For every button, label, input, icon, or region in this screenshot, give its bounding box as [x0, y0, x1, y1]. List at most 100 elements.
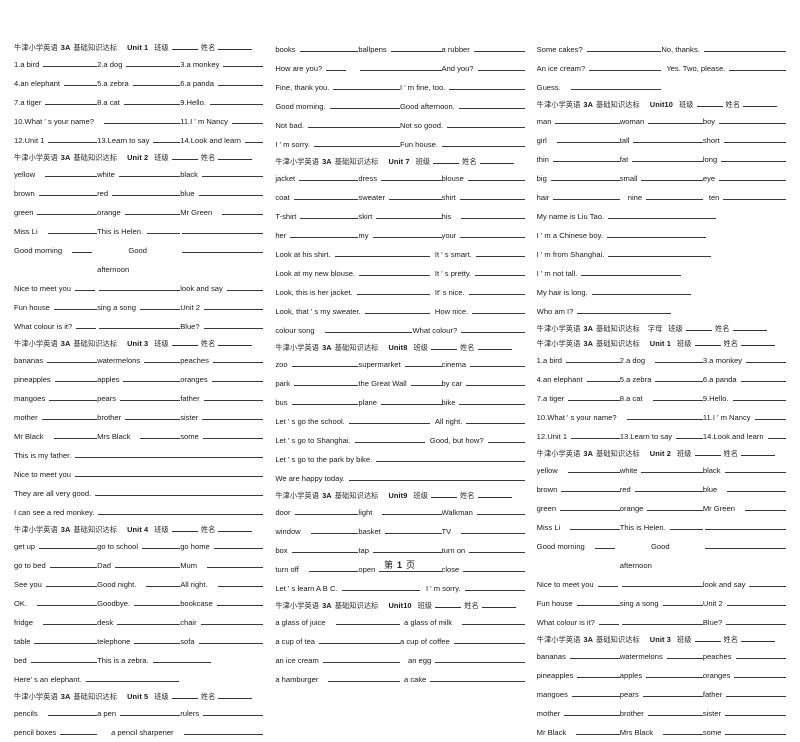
name-blank[interactable]	[732, 323, 767, 331]
answer-blank[interactable]	[291, 544, 359, 553]
answer-blank[interactable]	[666, 650, 703, 659]
answer-blank[interactable]	[212, 354, 264, 363]
answer-blank[interactable]	[642, 688, 703, 697]
answer-blank[interactable]	[335, 616, 400, 625]
answer-blank[interactable]	[34, 635, 98, 644]
answer-blank[interactable]	[217, 77, 264, 86]
answer-blank[interactable]	[576, 726, 620, 735]
answer-blank[interactable]	[291, 396, 359, 405]
name-blank[interactable]	[741, 448, 776, 456]
name-blank[interactable]	[743, 99, 778, 107]
answer-blank[interactable]	[663, 726, 703, 735]
answer-blank[interactable]	[45, 96, 98, 105]
answer-blank[interactable]	[746, 354, 786, 363]
answer-blank[interactable]	[767, 430, 786, 439]
answer-blank[interactable]	[103, 115, 181, 124]
answer-blank[interactable]	[475, 248, 525, 257]
answer-blank[interactable]	[132, 77, 181, 86]
answer-blank[interactable]	[48, 134, 98, 143]
answer-blank[interactable]	[310, 525, 359, 534]
answer-blank[interactable]	[299, 172, 359, 181]
answer-blank[interactable]	[726, 688, 786, 697]
answer-blank[interactable]	[724, 464, 786, 473]
answer-blank[interactable]	[118, 168, 181, 177]
answer-blank[interactable]	[54, 373, 98, 382]
answer-blank[interactable]	[597, 578, 618, 587]
answer-blank[interactable]	[703, 43, 786, 52]
answer-blank[interactable]	[117, 616, 181, 625]
answer-blank[interactable]	[464, 582, 525, 591]
answer-blank[interactable]	[324, 324, 413, 333]
answer-blank[interactable]	[359, 267, 430, 276]
name-blank[interactable]	[741, 634, 776, 642]
class-blank[interactable]	[433, 156, 460, 164]
answer-blank[interactable]	[299, 43, 359, 52]
answer-blank[interactable]	[555, 115, 620, 124]
answer-blank[interactable]	[561, 483, 620, 492]
answer-blank[interactable]	[382, 506, 442, 515]
answer-blank[interactable]	[376, 453, 525, 462]
answer-blank[interactable]	[231, 115, 264, 124]
answer-blank[interactable]	[477, 62, 525, 71]
class-blank[interactable]	[171, 524, 198, 532]
class-blank[interactable]	[694, 338, 721, 346]
name-blank[interactable]	[218, 338, 253, 346]
answer-blank[interactable]	[389, 191, 442, 200]
answer-blank[interactable]	[725, 726, 786, 735]
answer-blank[interactable]	[476, 506, 525, 515]
answer-blank[interactable]	[308, 119, 400, 128]
name-blank[interactable]	[218, 524, 253, 532]
answer-blank[interactable]	[95, 487, 264, 496]
class-blank[interactable]	[431, 490, 458, 498]
answer-blank[interactable]	[586, 373, 620, 382]
answer-blank[interactable]	[381, 396, 442, 405]
answer-blank[interactable]	[470, 358, 525, 367]
answer-blank[interactable]	[459, 396, 525, 405]
answer-blank[interactable]	[47, 354, 98, 363]
answer-blank[interactable]	[410, 377, 442, 386]
answer-blank[interactable]	[570, 521, 620, 530]
answer-blank[interactable]	[74, 282, 95, 291]
answer-blank[interactable]	[632, 153, 703, 162]
answer-blank[interactable]	[704, 540, 786, 549]
answer-blank[interactable]	[72, 244, 93, 253]
answer-blank[interactable]	[204, 301, 264, 310]
answer-blank[interactable]	[726, 616, 786, 625]
answer-blank[interactable]	[201, 168, 264, 177]
answer-blank[interactable]	[462, 616, 525, 625]
answer-blank[interactable]	[390, 43, 442, 52]
answer-blank[interactable]	[647, 707, 703, 716]
answer-blank[interactable]	[754, 411, 786, 420]
answer-blank[interactable]	[553, 191, 620, 200]
answer-blank[interactable]	[47, 707, 98, 716]
answer-blank[interactable]	[467, 172, 525, 181]
answer-blank[interactable]	[43, 616, 98, 625]
answer-blank[interactable]	[449, 81, 525, 90]
answer-blank[interactable]	[291, 358, 359, 367]
answer-blank[interactable]	[98, 506, 264, 515]
answer-blank[interactable]	[569, 650, 620, 659]
answer-blank[interactable]	[725, 707, 786, 716]
answer-blank[interactable]	[322, 654, 400, 663]
answer-blank[interactable]	[313, 138, 400, 147]
answer-blank[interactable]	[447, 119, 525, 128]
answer-blank[interactable]	[571, 688, 620, 697]
answer-blank[interactable]	[576, 597, 620, 606]
answer-blank[interactable]	[641, 172, 703, 181]
answer-blank[interactable]	[646, 669, 703, 678]
answer-blank[interactable]	[341, 582, 420, 591]
answer-blank[interactable]	[209, 96, 264, 105]
answer-blank[interactable]	[723, 134, 786, 143]
answer-blank[interactable]	[735, 650, 786, 659]
answer-blank[interactable]	[719, 115, 786, 124]
answer-blank[interactable]	[146, 578, 181, 587]
answer-blank[interactable]	[430, 673, 525, 682]
answer-blank[interactable]	[560, 502, 620, 511]
answer-blank[interactable]	[139, 301, 181, 310]
answer-blank[interactable]	[744, 502, 786, 511]
answer-blank[interactable]	[183, 726, 264, 735]
answer-blank[interactable]	[142, 540, 181, 549]
answer-blank[interactable]	[203, 707, 264, 716]
answer-blank[interactable]	[466, 377, 525, 386]
answer-blank[interactable]	[459, 191, 525, 200]
